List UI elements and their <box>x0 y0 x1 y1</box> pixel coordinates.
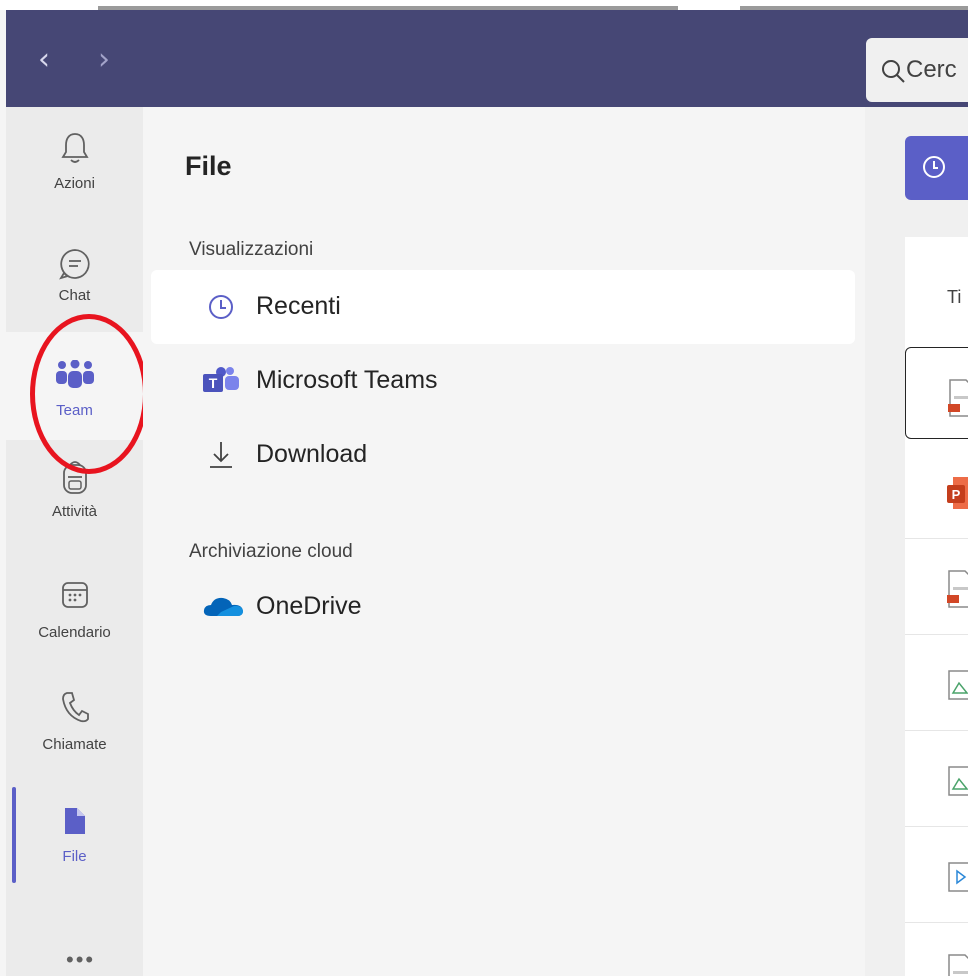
phone-icon <box>61 692 89 723</box>
nav-item-recenti[interactable]: Recenti <box>151 270 855 344</box>
window-top-strip <box>0 0 968 10</box>
rail-item-file[interactable]: File <box>6 782 143 890</box>
svg-text:T: T <box>209 375 218 391</box>
image-file-icon <box>948 766 968 796</box>
app-rail: Azioni Chat Team Attività Calendario Chi… <box>6 107 143 976</box>
recent-filter-button[interactable] <box>905 136 968 200</box>
file-row[interactable] <box>905 539 968 635</box>
file-row[interactable] <box>905 827 968 923</box>
annotation-circle <box>30 314 148 474</box>
rail-item-azioni[interactable]: Azioni <box>6 117 143 225</box>
nav-item-label: Microsoft Teams <box>256 366 438 394</box>
download-icon <box>210 442 232 468</box>
search-input[interactable]: Cerc <box>906 56 957 84</box>
column-header-title[interactable]: Ti <box>947 287 961 308</box>
chat-icon <box>58 249 90 280</box>
clock-icon <box>923 156 945 178</box>
svg-text:P: P <box>952 487 961 502</box>
more-apps-icon[interactable]: ••• <box>66 947 95 973</box>
video-file-icon <box>948 862 968 892</box>
back-arrow-icon[interactable]: ‹ <box>38 40 50 80</box>
document-file-icon <box>948 954 968 976</box>
files-pane: File Visualizzazioni Recenti T Microsoft… <box>143 107 865 976</box>
bell-icon <box>60 133 89 163</box>
rail-label: Azioni <box>54 175 95 192</box>
nav-item-download[interactable]: Download <box>151 418 855 492</box>
rail-label: Chiamate <box>42 736 107 753</box>
files-list: Ti P <box>905 237 968 976</box>
image-file-icon <box>948 670 968 700</box>
nav-item-label: OneDrive <box>256 592 362 620</box>
document-file-icon <box>947 570 968 608</box>
rail-item-chiamate[interactable]: Chiamate <box>6 662 143 770</box>
teams-logo-icon: T <box>203 367 239 392</box>
rail-label: Chat <box>58 287 91 304</box>
section-heading-views: Visualizzazioni <box>189 239 314 260</box>
nav-item-label: Download <box>256 440 368 468</box>
page-title: File <box>185 151 232 181</box>
file-row[interactable]: P <box>905 443 968 539</box>
file-icon <box>64 808 85 834</box>
document-file-icon <box>948 379 968 417</box>
clock-icon <box>209 295 233 319</box>
onedrive-icon <box>203 597 243 616</box>
powerpoint-file-icon: P <box>947 477 968 509</box>
calendar-icon <box>61 582 88 608</box>
title-bar: ‹ › Cerc <box>6 10 968 107</box>
nav-item-onedrive[interactable]: OneDrive <box>151 570 855 644</box>
nav-item-microsoft-teams[interactable]: T Microsoft Teams <box>151 344 855 418</box>
file-row[interactable] <box>905 347 968 439</box>
rail-label: File <box>62 848 87 865</box>
forward-arrow-icon[interactable]: › <box>98 40 110 80</box>
rail-item-calendario[interactable]: Calendario <box>6 552 143 660</box>
search-box[interactable]: Cerc <box>866 38 968 102</box>
file-row[interactable] <box>905 923 968 976</box>
rail-label: Calendario <box>38 624 111 641</box>
recent-files-pane: Ti P <box>865 107 968 976</box>
section-heading-cloud: Archiviazione cloud <box>189 541 353 562</box>
rail-label: Attività <box>51 503 97 520</box>
search-icon <box>882 60 905 83</box>
file-row[interactable] <box>905 635 968 731</box>
file-row[interactable] <box>905 731 968 827</box>
nav-item-label: Recenti <box>256 292 341 320</box>
